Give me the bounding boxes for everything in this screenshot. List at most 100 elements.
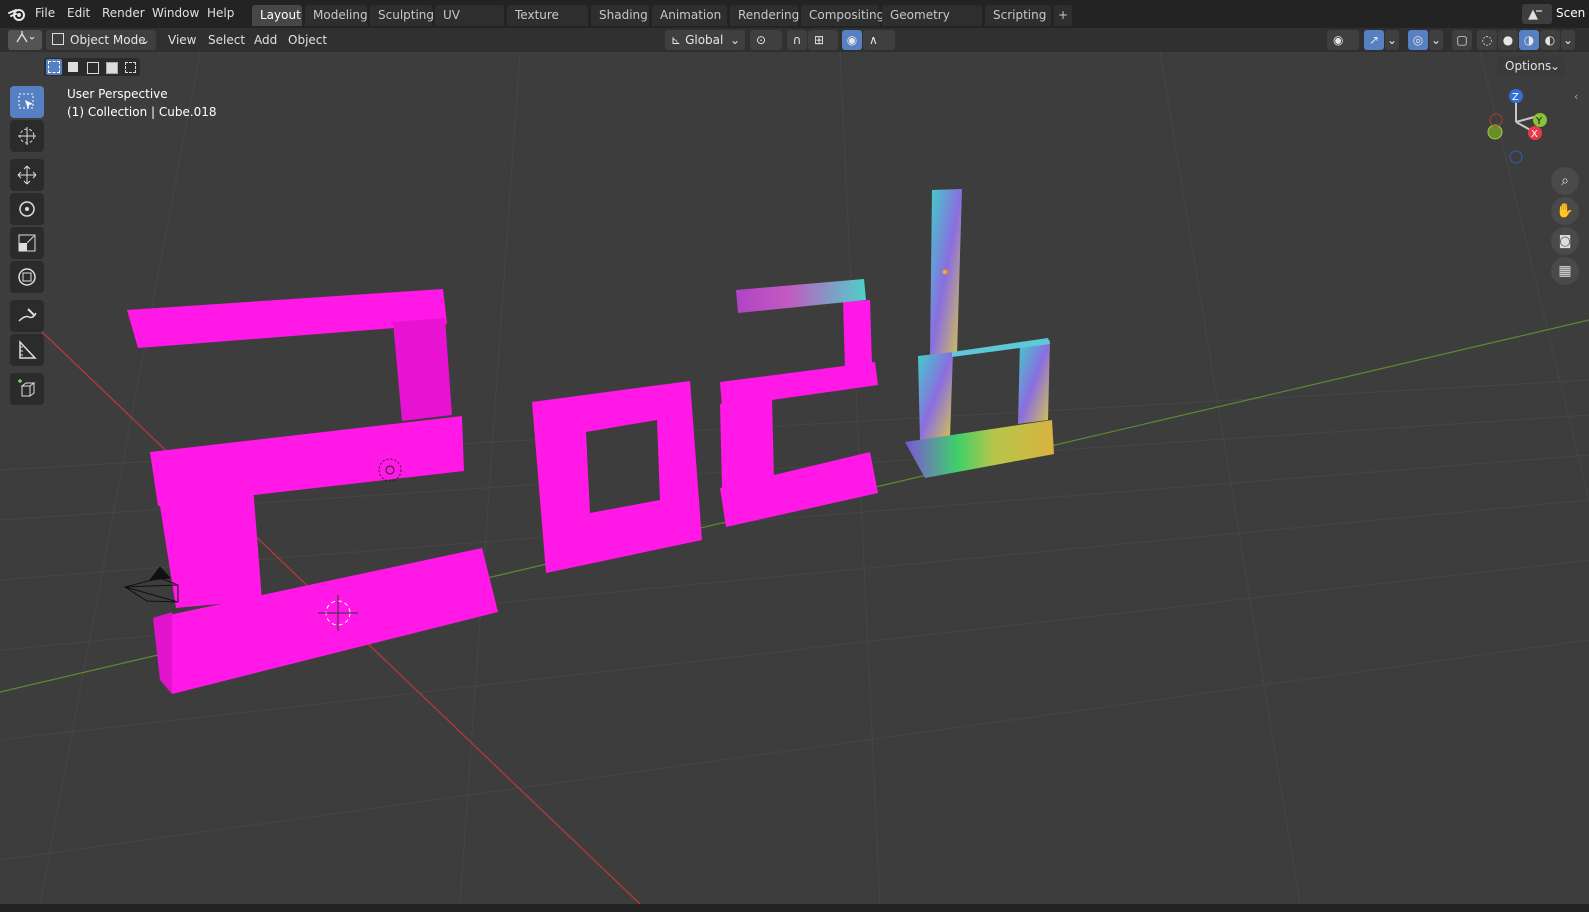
3d-viewport[interactable]: User Perspective (1) Collection | Cube.0…	[0, 52, 1589, 904]
scene-selector-button[interactable]	[1522, 4, 1552, 24]
material-sphere-icon: ◑	[1523, 33, 1535, 47]
select-intersect-icon	[125, 62, 136, 73]
tool-cursor[interactable]	[10, 120, 44, 152]
overlays-dropdown[interactable]: ⌄	[1429, 30, 1443, 50]
orientation-icon: ⊾	[671, 33, 682, 47]
shading-dropdown[interactable]: ⌄	[1561, 30, 1575, 50]
zoom-view-button[interactable]: ⌕	[1551, 167, 1579, 195]
select-invert-icon	[106, 62, 118, 74]
tab-layout[interactable]: Layout	[252, 5, 302, 26]
gizmo-toggle[interactable]: ↗	[1364, 30, 1384, 50]
tab-scripting[interactable]: Scripting	[985, 5, 1051, 26]
tool-transform[interactable]	[10, 261, 44, 293]
tab-sculpting[interactable]: Sculpting	[370, 5, 434, 26]
mesh-digit-2b[interactable]	[720, 279, 878, 527]
object-mode-icon	[52, 33, 64, 45]
tab-rendering[interactable]: Rendering	[730, 5, 799, 26]
menu-select[interactable]: Select	[208, 33, 245, 47]
rendered-sphere-icon: ◐	[1544, 33, 1556, 47]
options-dropdown[interactable]: Options ⌄	[1497, 56, 1565, 76]
camera-icon: ◙	[1558, 233, 1572, 249]
snap-toggle[interactable]: ∩	[787, 30, 807, 50]
chevron-down-icon: ⌄	[1430, 33, 1442, 47]
shading-material-button[interactable]: ◑	[1519, 30, 1539, 50]
perspective-toggle-button[interactable]: ▦	[1551, 257, 1579, 285]
tool-annotate[interactable]	[10, 300, 44, 332]
pivot-point-button[interactable]: ⊙	[750, 30, 782, 50]
tool-rotate[interactable]	[10, 193, 44, 225]
wireframe-sphere-icon: ◌	[1481, 33, 1493, 47]
select-intersect-button[interactable]	[122, 59, 138, 75]
xray-icon: ▢	[1456, 33, 1468, 47]
xray-toggle[interactable]: ▢	[1452, 30, 1472, 50]
proportional-falloff-button[interactable]: ∧	[863, 30, 895, 50]
chevron-down-icon: ⌄	[139, 33, 150, 47]
tab-uv-editing[interactable]: UV Editing	[435, 5, 504, 43]
shading-wireframe-button[interactable]: ◌	[1477, 30, 1497, 50]
menu-view[interactable]: View	[168, 33, 196, 47]
tab-texture-paint[interactable]: Texture Paint	[507, 5, 588, 43]
mesh-digit-2[interactable]	[127, 289, 498, 694]
top-bar: File Edit Render Window Help Layout Mode…	[0, 0, 1589, 43]
gizmo-dropdown[interactable]: ⌄	[1385, 30, 1399, 50]
annotate-pencil-icon	[18, 308, 37, 322]
transform-orientation-dropdown[interactable]: ⊾ Global ⌄	[665, 30, 745, 50]
collapse-sidebar-icon[interactable]: ‹	[1574, 90, 1578, 103]
select-extend-button[interactable]	[65, 59, 81, 75]
menu-help[interactable]: Help	[207, 6, 234, 20]
proportional-icon: ◉	[846, 33, 858, 47]
mesh-digit-0[interactable]	[532, 381, 702, 573]
visibility-button[interactable]: ◉	[1327, 30, 1359, 50]
options-label: Options	[1505, 59, 1552, 73]
tool-measure[interactable]	[10, 334, 44, 366]
select-subtract-button[interactable]	[84, 59, 100, 75]
menu-window[interactable]: Window	[152, 6, 199, 20]
tool-select-box[interactable]	[10, 86, 44, 118]
shading-rendered-button[interactable]: ◐	[1540, 30, 1560, 50]
object-mode-label: Object Mode	[70, 33, 146, 47]
select-new-button[interactable]	[46, 59, 62, 75]
camera-object[interactable]	[123, 566, 179, 603]
tab-shading[interactable]: Shading	[591, 5, 649, 26]
menu-edit[interactable]: Edit	[67, 6, 90, 20]
pivot-icon: ⊙	[756, 33, 767, 47]
shading-solid-button[interactable]: ●	[1498, 30, 1518, 50]
tab-animation[interactable]: Animation	[652, 5, 727, 26]
gizmo-icon: ↗	[1368, 33, 1380, 47]
add-workspace-button[interactable]: +	[1054, 5, 1072, 26]
proportional-edit-toggle[interactable]: ◉	[842, 30, 862, 50]
pan-view-button[interactable]: ✋	[1551, 197, 1579, 225]
tab-geometry-nodes[interactable]: Geometry Nodes	[882, 5, 982, 43]
select-box-icon	[18, 93, 34, 109]
gizmo-z-label: Z	[1512, 92, 1519, 103]
magnet-icon: ∩	[792, 33, 802, 47]
tab-compositing[interactable]: Compositing	[801, 5, 884, 26]
tool-add-cube[interactable]	[10, 373, 44, 405]
select-new-icon	[48, 61, 60, 73]
chevron-down-icon: ⌄	[1549, 59, 1560, 73]
overlays-toggle[interactable]: ◎	[1408, 30, 1428, 50]
menu-object[interactable]: Object	[288, 33, 327, 47]
editor-type-button[interactable]	[8, 30, 42, 50]
select-invert-button[interactable]	[103, 59, 119, 75]
hand-icon: ✋	[1556, 203, 1574, 219]
camera-view-button[interactable]: ◙	[1551, 227, 1579, 255]
chevron-down-icon: ⌄	[1386, 33, 1398, 47]
tool-scale[interactable]	[10, 227, 44, 259]
tab-modeling[interactable]: Modeling	[305, 5, 368, 26]
navigation-gizmo[interactable]: Z Y X	[1480, 82, 1560, 172]
measure-ruler-icon	[19, 340, 37, 359]
eye-icon: ◉	[1333, 33, 1344, 47]
blender-logo-icon[interactable]	[8, 6, 26, 22]
scene-name[interactable]: Scen	[1556, 6, 1585, 20]
menu-render[interactable]: Render	[102, 6, 145, 20]
select-mode-group	[44, 58, 140, 76]
object-mode-dropdown[interactable]: Object Mode ⌄	[46, 30, 156, 50]
view3d-editor-icon	[16, 31, 35, 43]
snap-target-button[interactable]: ⊞	[808, 30, 838, 50]
menu-add[interactable]: Add	[254, 33, 277, 47]
mesh-rainbow-object[interactable]	[905, 189, 1054, 478]
tool-move[interactable]	[10, 159, 44, 191]
menu-file[interactable]: File	[35, 6, 55, 20]
plus-icon: +	[1057, 8, 1069, 22]
